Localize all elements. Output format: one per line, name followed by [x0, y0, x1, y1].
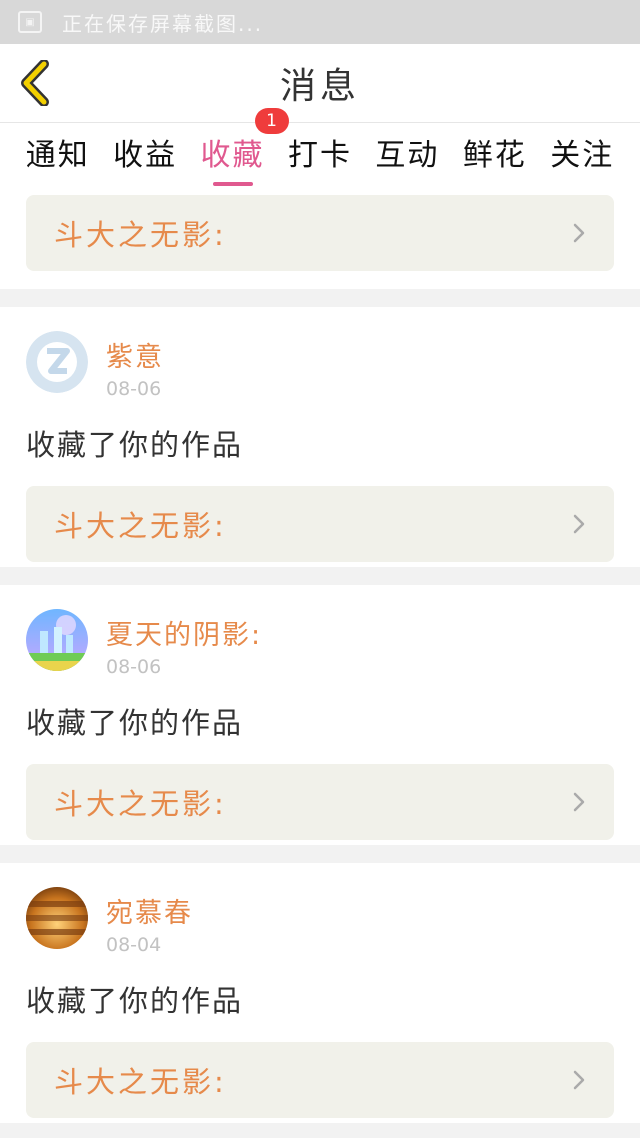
- user-row: 紫意 08-06: [26, 307, 614, 400]
- action-text: 收藏了你的作品: [26, 428, 244, 462]
- chevron-right-icon: [573, 514, 585, 534]
- message-card: 斗大之无影:: [0, 181, 640, 289]
- work-title: 斗大之无影:: [54, 787, 227, 821]
- message-card: 夏天的阴影: 08-06 收藏了你的作品 斗大之无影:: [0, 585, 640, 845]
- username[interactable]: 紫意: [106, 335, 164, 374]
- username[interactable]: 夏天的阴影:: [106, 613, 262, 652]
- back-button[interactable]: [14, 58, 56, 108]
- chevron-right-icon: [573, 1070, 585, 1090]
- divider: [0, 289, 640, 307]
- work-title: 斗大之无影:: [54, 1065, 227, 1099]
- user-row: 夏天的阴影: 08-06: [26, 585, 614, 678]
- timestamp: 08-06: [106, 656, 162, 678]
- tab-flowers[interactable]: 鲜花: [461, 130, 529, 174]
- status-text: 正在保存屏幕截图...: [62, 11, 264, 36]
- avatar[interactable]: [26, 331, 88, 393]
- status-bar: ▣ 正在保存屏幕截图...: [0, 0, 640, 44]
- timestamp: 08-06: [106, 378, 162, 400]
- page-title: 消息: [279, 66, 360, 107]
- divider: [0, 845, 640, 863]
- screenshot-icon: ▣: [18, 11, 42, 33]
- divider: [0, 567, 640, 585]
- work-link[interactable]: 斗大之无影:: [26, 195, 614, 271]
- header: 消息: [0, 44, 640, 123]
- tab-favorites-label: 收藏: [200, 138, 265, 173]
- work-title: 斗大之无影:: [54, 509, 227, 543]
- avatar[interactable]: [26, 609, 88, 671]
- action-text: 收藏了你的作品: [26, 984, 244, 1018]
- user-row: 宛慕春 08-04: [26, 863, 614, 956]
- work-link[interactable]: 斗大之无影:: [26, 764, 614, 840]
- message-card: 宛慕春 08-04 收藏了你的作品 斗大之无影:: [0, 863, 640, 1123]
- username[interactable]: 宛慕春: [106, 891, 193, 930]
- tab-interaction[interactable]: 互动: [373, 130, 441, 174]
- chevron-right-icon: [573, 792, 585, 812]
- tab-bar: 通知 收益 收藏 1 打卡 互动 鲜花 关注: [0, 108, 640, 186]
- tab-favorites[interactable]: 收藏 1: [199, 108, 289, 186]
- unread-badge: 1: [254, 108, 289, 134]
- avatar[interactable]: [26, 887, 88, 949]
- tab-income[interactable]: 收益: [111, 130, 179, 174]
- tab-checkin[interactable]: 打卡: [286, 130, 354, 174]
- action-text: 收藏了你的作品: [26, 706, 244, 740]
- tab-follow[interactable]: 关注: [548, 130, 616, 174]
- chevron-left-icon: [21, 60, 49, 106]
- castle-avatar-icon: [26, 609, 88, 671]
- tab-notice[interactable]: 通知: [24, 130, 92, 174]
- qq-default-avatar-icon: [26, 331, 88, 393]
- message-card: 紫意 08-06 收藏了你的作品 斗大之无影:: [0, 307, 640, 567]
- sunset-avatar-icon: [26, 887, 88, 949]
- timestamp: 08-04: [106, 934, 162, 956]
- work-title: 斗大之无影:: [54, 218, 227, 252]
- work-link[interactable]: 斗大之无影:: [26, 486, 614, 562]
- chevron-right-icon: [573, 223, 585, 243]
- work-link[interactable]: 斗大之无影:: [26, 1042, 614, 1118]
